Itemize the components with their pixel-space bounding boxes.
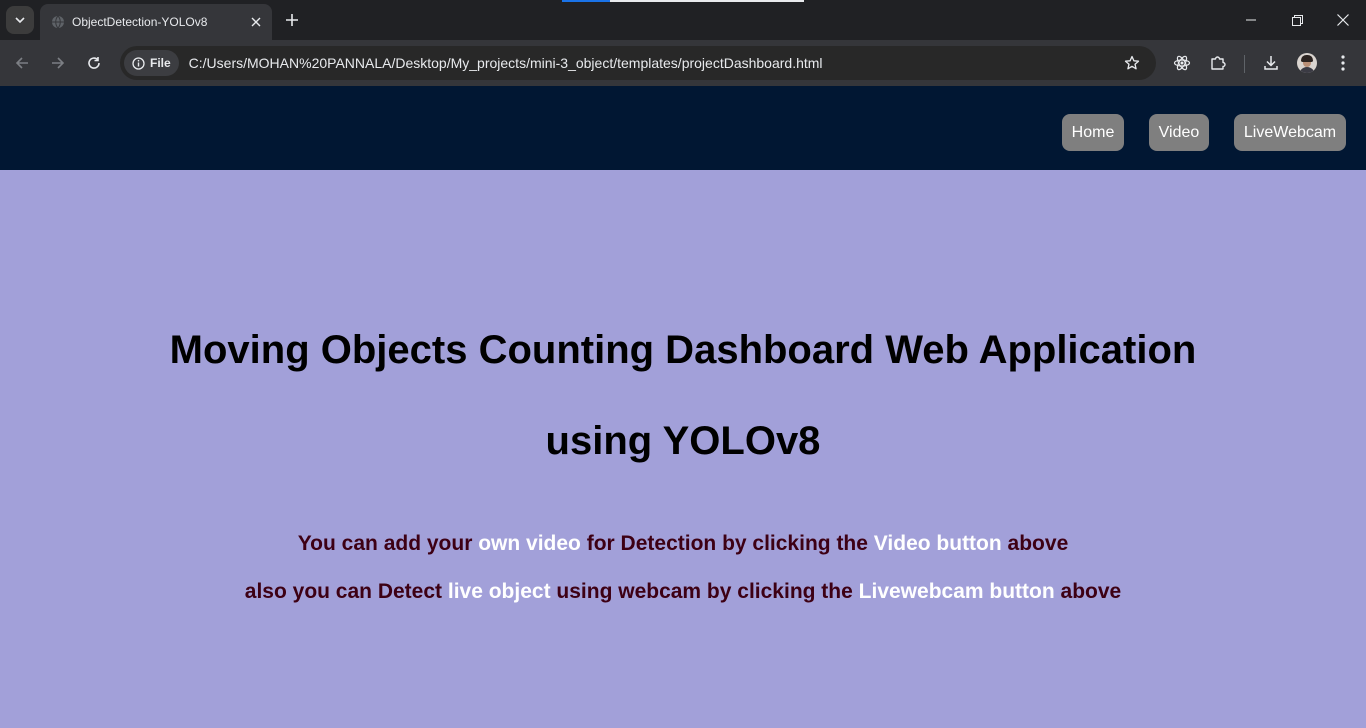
site-info-label: File [150, 56, 171, 70]
tab-search-icon [15, 17, 25, 24]
info-line-video: You can add your own video for Detection… [0, 532, 1366, 556]
minimize-button[interactable] [1228, 0, 1274, 40]
window-controls [1228, 0, 1366, 40]
site-info-chip[interactable]: File [124, 50, 179, 76]
star-icon [1124, 55, 1140, 70]
react-devtools-icon [1173, 55, 1191, 71]
tab-search-button[interactable] [6, 6, 34, 34]
site-header: Home Video LiveWebcam [0, 86, 1366, 170]
url-text[interactable]: C:/Users/MOHAN%20PANNALA/Desktop/My_proj… [189, 55, 1118, 71]
page-title-line-2: using YOLOv8 [545, 419, 821, 463]
info-highlight: live object [447, 580, 551, 603]
globe-icon [50, 14, 66, 30]
page-title-line-1: Moving Objects Counting Dashboard Web Ap… [169, 328, 1197, 372]
downloads-button[interactable] [1257, 49, 1285, 77]
browser-menu-button[interactable] [1329, 49, 1357, 77]
tab-title: ObjectDetection-YOLOv8 [72, 15, 208, 29]
address-bar[interactable]: File C:/Users/MOHAN%20PANNALA/Desktop/My… [120, 46, 1156, 80]
info-text: above [1054, 580, 1122, 603]
restore-button[interactable] [1274, 0, 1320, 40]
info-text: using webcam by clicking the [550, 580, 859, 603]
nav-video-button[interactable]: Video [1149, 114, 1209, 151]
info-highlight: Video button [873, 532, 1002, 555]
back-button[interactable] [8, 49, 36, 77]
reload-button[interactable] [80, 49, 108, 77]
info-text: for Detection by clicking the [580, 532, 874, 555]
close-icon [251, 17, 261, 27]
nav-home-button[interactable]: Home [1062, 114, 1124, 151]
nav-livewebcam-button[interactable]: LiveWebcam [1234, 114, 1346, 151]
info-text: above [1001, 532, 1069, 555]
window-close-icon [1337, 14, 1349, 26]
info-line-webcam: also you can Detect live object using we… [0, 580, 1366, 604]
browser-tab-strip: ObjectDetection-YOLOv8 [0, 0, 1366, 40]
forward-arrow-icon [52, 57, 65, 69]
info-text: You can add your [297, 532, 479, 555]
minimize-icon [1246, 19, 1256, 21]
restore-icon [1291, 14, 1303, 26]
reload-icon [88, 57, 100, 69]
back-arrow-icon [15, 57, 28, 69]
info-highlight: own video [478, 532, 581, 555]
bookmark-button[interactable] [1118, 49, 1146, 77]
info-highlight: Livewebcam button [858, 580, 1055, 603]
kebab-menu-icon [1341, 55, 1345, 71]
react-devtools-button[interactable] [1168, 49, 1196, 77]
extensions-button[interactable] [1204, 49, 1232, 77]
browser-toolbar: File C:/Users/MOHAN%20PANNALA/Desktop/My… [0, 40, 1366, 86]
download-icon [1264, 56, 1278, 70]
info-text: also you can Detect [244, 580, 448, 603]
toolbar-divider [1244, 55, 1245, 73]
forward-button[interactable] [44, 49, 72, 77]
tab-loading-strip [562, 0, 804, 2]
active-tab[interactable]: ObjectDetection-YOLOv8 [40, 4, 272, 40]
plus-icon [286, 14, 298, 26]
puzzle-icon [1211, 56, 1226, 70]
info-icon [132, 56, 145, 70]
tab-close-button[interactable] [244, 10, 268, 34]
window-close-button[interactable] [1320, 0, 1366, 40]
new-tab-button[interactable] [280, 8, 304, 32]
profile-avatar[interactable] [1297, 53, 1317, 73]
